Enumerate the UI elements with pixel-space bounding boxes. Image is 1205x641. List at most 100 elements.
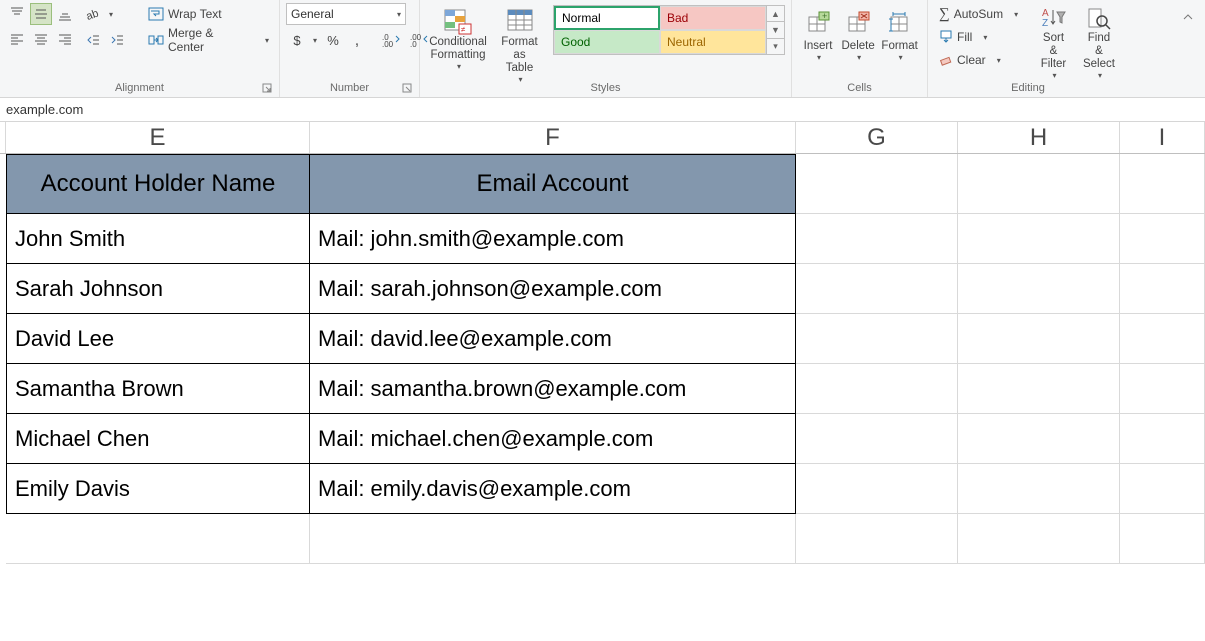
merge-center-dropdown[interactable]: ▾ (259, 29, 273, 51)
align-right-button[interactable] (54, 29, 76, 51)
autosum-button[interactable]: ∑ AutoSum (934, 3, 1006, 25)
cell-name[interactable]: John Smith (6, 214, 310, 264)
gallery-scroll-up[interactable]: ▲ (767, 6, 784, 22)
cell[interactable] (1120, 214, 1205, 264)
cell-name[interactable]: Emily Davis (6, 464, 310, 514)
cell-name[interactable]: David Lee (6, 314, 310, 364)
orientation-dropdown[interactable]: ▾ (104, 3, 116, 25)
group-alignment: ab ▾ Wrap Text Merge & Center (0, 0, 280, 97)
delete-cells-button[interactable]: Delete ▾ (838, 3, 878, 69)
fill-down-icon (939, 30, 953, 44)
spreadsheet-grid[interactable]: E F G H I Account Holder Name Email Acco… (0, 122, 1205, 564)
cell[interactable] (958, 154, 1120, 214)
orientation-button[interactable]: ab (82, 3, 104, 25)
autosum-dropdown[interactable]: ▾ (1008, 3, 1022, 25)
align-middle-button[interactable] (30, 3, 52, 25)
cell[interactable] (796, 314, 958, 364)
fill-button[interactable]: Fill (934, 26, 975, 48)
cell[interactable] (958, 264, 1120, 314)
insert-cells-button[interactable]: + Insert ▾ (798, 3, 838, 69)
clear-dropdown[interactable]: ▾ (991, 49, 1005, 71)
cell[interactable] (958, 414, 1120, 464)
cell[interactable] (796, 154, 958, 214)
cell-email[interactable]: Mail: sarah.johnson@example.com (310, 264, 796, 314)
gallery-scroll-down[interactable]: ▼ (767, 22, 784, 38)
decrease-indent-button[interactable] (82, 29, 104, 51)
cell-email[interactable]: Mail: samantha.brown@example.com (310, 364, 796, 414)
group-number-label: Number (330, 82, 369, 94)
align-top-button[interactable] (6, 3, 28, 25)
cell[interactable] (796, 464, 958, 514)
cell-email[interactable]: Mail: john.smith@example.com (310, 214, 796, 264)
svg-text:+: + (822, 11, 827, 21)
cell-styles-gallery[interactable]: Normal Good Bad Neutral ▲ ▼ ▾ (553, 5, 785, 55)
formula-bar[interactable]: example.com (0, 98, 1205, 122)
cell-name[interactable]: Michael Chen (6, 414, 310, 464)
cell[interactable] (1120, 464, 1205, 514)
cell[interactable] (958, 464, 1120, 514)
ribbon: ab ▾ Wrap Text Merge & Center (0, 0, 1205, 98)
wrap-text-button[interactable]: Wrap Text (143, 3, 273, 25)
table-header-email[interactable]: Email Account (310, 154, 796, 214)
format-cells-button[interactable]: Format ▾ (878, 3, 921, 69)
increase-decimal-button[interactable]: .0.00 (378, 29, 404, 51)
format-as-table-button[interactable]: Format as Table ▾ (490, 3, 549, 69)
cell[interactable] (1120, 264, 1205, 314)
col-header-E[interactable]: E (6, 122, 310, 153)
cell[interactable] (796, 514, 958, 564)
accounting-format-button[interactable]: $ (286, 29, 308, 51)
clear-button[interactable]: Clear (934, 49, 989, 71)
col-header-F[interactable]: F (310, 122, 796, 153)
style-good[interactable]: Good (554, 30, 660, 54)
sort-filter-button[interactable]: AZ Sort & Filter ▾ (1031, 3, 1076, 69)
cell-name[interactable]: Samantha Brown (6, 364, 310, 414)
cell[interactable] (958, 364, 1120, 414)
cell-email[interactable]: Mail: emily.davis@example.com (310, 464, 796, 514)
svg-text:Z: Z (1042, 18, 1048, 29)
fill-dropdown[interactable]: ▾ (977, 26, 991, 48)
cell[interactable] (796, 264, 958, 314)
collapse-ribbon-button[interactable] (1177, 6, 1199, 28)
cell[interactable] (796, 364, 958, 414)
cell[interactable] (958, 214, 1120, 264)
increase-indent-button[interactable] (106, 29, 128, 51)
cell[interactable] (6, 514, 310, 564)
number-format-combo[interactable]: General ▾ (286, 3, 406, 25)
merge-center-button[interactable]: Merge & Center (143, 29, 257, 51)
align-left-button[interactable] (6, 29, 28, 51)
conditional-formatting-button[interactable]: ≠ Conditional Formatting ▾ (426, 3, 490, 69)
alignment-dialog-launcher[interactable] (261, 82, 273, 94)
align-bottom-button[interactable] (54, 3, 76, 25)
cell[interactable] (958, 314, 1120, 364)
number-dialog-launcher[interactable] (401, 82, 413, 94)
cell[interactable] (310, 514, 796, 564)
cell-email[interactable]: Mail: michael.chen@example.com (310, 414, 796, 464)
cell[interactable] (1120, 414, 1205, 464)
cell[interactable] (1120, 364, 1205, 414)
align-center-button[interactable] (30, 29, 52, 51)
col-header-H[interactable]: H (958, 122, 1120, 153)
cell[interactable] (1120, 514, 1205, 564)
cell[interactable] (796, 214, 958, 264)
group-editing: ∑ AutoSum ▾ Fill ▾ Clear (928, 0, 1128, 97)
accounting-format-dropdown[interactable]: ▾ (308, 29, 320, 51)
table-header-name[interactable]: Account Holder Name (6, 154, 310, 214)
style-bad[interactable]: Bad (660, 6, 766, 30)
gallery-more[interactable]: ▾ (767, 39, 784, 54)
percent-button[interactable]: % (322, 29, 344, 51)
cell-email[interactable]: Mail: david.lee@example.com (310, 314, 796, 364)
cell[interactable] (796, 414, 958, 464)
cell[interactable] (1120, 314, 1205, 364)
cell-name[interactable]: Sarah Johnson (6, 264, 310, 314)
comma-button[interactable]: , (346, 29, 368, 51)
svg-text:ab: ab (85, 8, 101, 23)
conditional-formatting-label: Conditional Formatting (429, 36, 487, 62)
cell[interactable] (1120, 154, 1205, 214)
find-select-button[interactable]: Find & Select ▾ (1076, 3, 1122, 69)
col-header-G[interactable]: G (796, 122, 958, 153)
style-neutral[interactable]: Neutral (660, 30, 766, 54)
cell[interactable] (958, 514, 1120, 564)
col-header-I[interactable]: I (1120, 122, 1205, 153)
style-normal[interactable]: Normal (554, 6, 660, 30)
wrap-text-icon (148, 7, 164, 21)
